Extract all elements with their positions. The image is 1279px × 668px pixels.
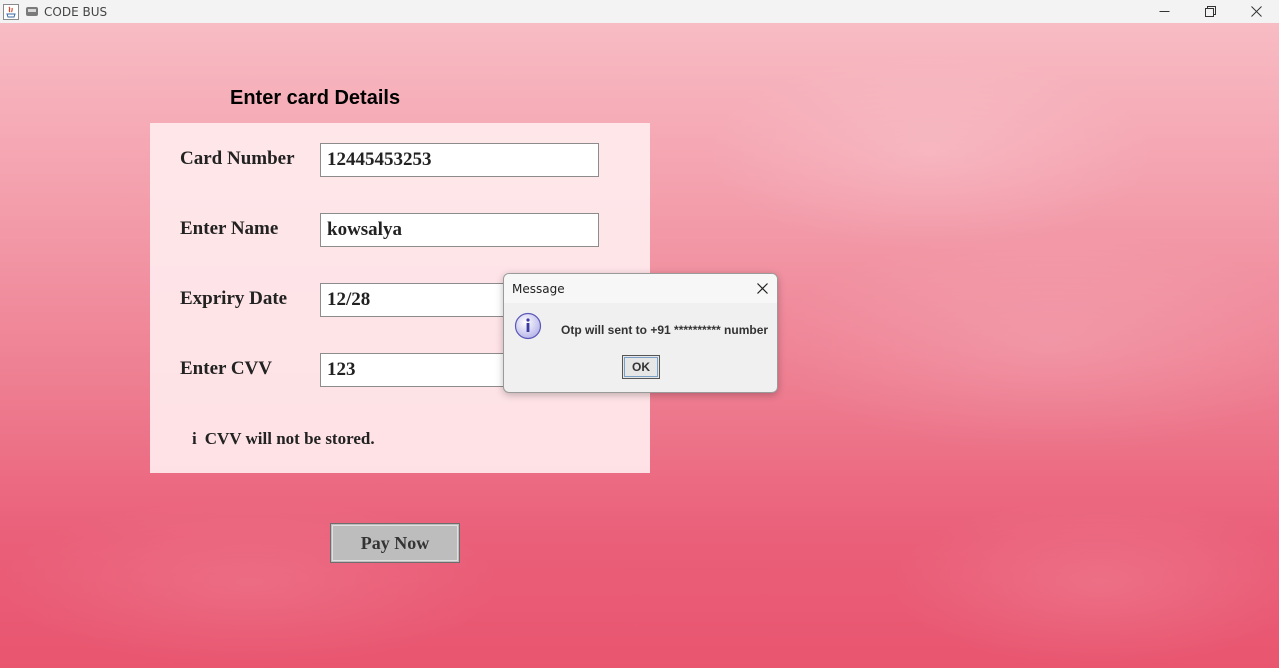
- message-dialog: Message Otp will sent to +91 ********** …: [503, 273, 778, 393]
- minimize-button[interactable]: [1141, 0, 1187, 23]
- name-input[interactable]: kowsalya: [320, 213, 599, 247]
- dialog-close-button[interactable]: [753, 278, 771, 298]
- restore-button[interactable]: [1187, 0, 1233, 23]
- window-title: CODE BUS: [44, 4, 108, 19]
- cvv-note-text: CVV will not be stored.: [204, 429, 375, 448]
- info-icon: [514, 312, 542, 340]
- bus-icon: [26, 7, 38, 16]
- ok-button[interactable]: OK: [622, 355, 660, 379]
- expiry-date-label: Expriry Date: [180, 288, 288, 309]
- restore-icon: [1204, 6, 1216, 17]
- minimize-icon: [1159, 11, 1169, 12]
- close-button[interactable]: [1233, 0, 1279, 23]
- app-window: CODE BUS Enter card Details Card Number …: [0, 0, 1279, 668]
- java-icon[interactable]: [3, 3, 19, 20]
- info-note-icon: i: [192, 429, 197, 448]
- title-bar: CODE BUS: [0, 0, 1279, 23]
- card-number-input[interactable]: 12445453253: [320, 143, 599, 177]
- name-label: Enter Name: [180, 218, 279, 239]
- pay-now-button[interactable]: Pay Now: [330, 523, 460, 563]
- cvv-note: i CVV will not be stored.: [192, 429, 375, 449]
- close-icon: [756, 282, 768, 294]
- form-heading: Enter card Details: [230, 87, 401, 109]
- cvv-label: Enter CVV: [180, 358, 273, 379]
- card-number-label: Card Number: [180, 148, 295, 169]
- dialog-title-bar: Message: [504, 274, 777, 303]
- dialog-message: Otp will sent to +91 ********** number: [561, 323, 769, 337]
- window-controls: [1141, 0, 1279, 23]
- close-icon: [1250, 6, 1262, 17]
- dialog-title: Message: [512, 282, 565, 296]
